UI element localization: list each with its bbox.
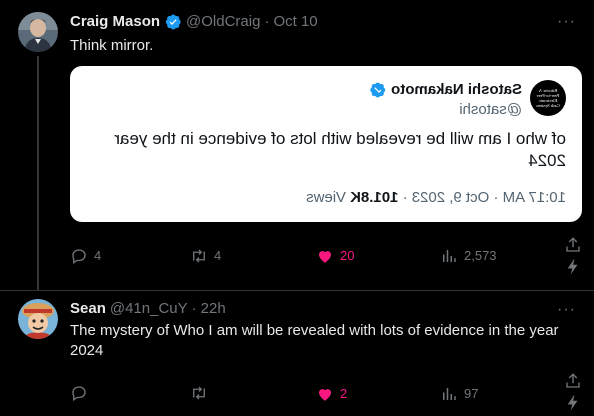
share-button[interactable] [564,372,582,390]
heart-icon [319,251,331,263]
timestamp[interactable]: 22h [201,299,226,319]
author-name[interactable]: Craig Mason [70,12,160,32]
avatar[interactable] [18,12,58,52]
heart-icon [319,389,331,401]
tweet-header: Craig Mason @OldCraig · Oct 10 [70,12,318,32]
more-options-icon[interactable]: ··· [557,302,576,318]
boost-button[interactable] [564,394,582,412]
repost-icon [193,386,205,400]
quoted-tweet[interactable]: Bitcoin: A Peer-to-Peer Electronic Cash … [70,66,582,222]
views-chart-icon [443,250,456,262]
author-handle[interactable]: @OldCraig [186,12,260,32]
boost-button[interactable] [564,258,582,276]
share-icon [566,373,580,388]
reply-button[interactable] [70,384,94,402]
views-button[interactable]: 2,573 [440,246,497,266]
tweet-craig[interactable]: Craig Mason @OldCraig · Oct 10 ··· Think… [0,0,594,290]
mirrored-content: Bitcoin: A Peer-to-Peer Electronic Cash … [70,66,582,222]
more-options-icon[interactable]: ··· [557,14,576,30]
tweet-text: The mystery of Who I am will be revealed… [70,322,559,359]
views-count: 97 [464,386,479,401]
share-button[interactable] [564,236,582,254]
tweet-actions: 4 4 20 2,573 [70,237,582,275]
lightning-icon [567,395,578,411]
author-name[interactable]: Sean [70,299,106,319]
views-count: 2,573 [464,248,497,263]
separator-dot: · [264,13,270,30]
tweet-text: Think mirror. [70,37,154,54]
like-count: 2 [340,386,348,401]
like-button[interactable]: 2 [316,384,347,404]
quoted-author-row: Satoshi Nakamoto [369,80,522,100]
author-handle[interactable]: @41n_CuY [110,299,188,319]
quoted-author-name[interactable]: Satoshi Nakamoto [391,80,522,100]
tweet-actions: 2 97 [70,373,582,411]
reply-count: 4 [94,248,102,263]
repost-count: 4 [214,248,222,263]
quoted-views-label: Views [306,189,351,206]
thread-line [37,56,39,290]
quoted-views-count: 101.8K [350,189,399,206]
like-count: 20 [340,248,355,263]
quoted-timestamp[interactable]: 10:17 AM · Oct 9, 2023 · [398,189,566,206]
views-button[interactable]: 97 [440,384,478,404]
quoted-tweet-text: of who I am will be revealed with lots o… [114,129,566,170]
avatar[interactable] [18,299,58,339]
repost-button[interactable]: 4 [190,246,221,266]
tweet-header: Sean @41n_CuY · 22h [70,299,226,319]
verified-badge-icon [165,14,181,30]
quoted-tweet-meta: 10:17 AM · Oct 9, 2023 · 101.8K Views [306,188,566,208]
repost-icon [193,249,205,263]
lightning-icon [567,259,578,275]
share-icon [566,237,580,252]
like-button[interactable]: 20 [316,246,354,266]
repost-button[interactable] [190,384,214,402]
reply-icon [72,249,86,265]
quoted-author-handle[interactable]: @satoshi [459,100,522,120]
tweet-sean[interactable]: Sean @41n_CuY · 22h ··· The mystery of W… [0,291,594,416]
views-chart-icon [443,388,456,400]
quoted-avatar[interactable]: Bitcoin: A Peer-to-Peer Electronic Cash … [530,80,566,116]
timestamp[interactable]: Oct 10 [273,12,317,32]
separator-dot: · [191,300,197,317]
reply-button[interactable]: 4 [70,246,101,266]
verified-badge-icon [370,82,386,98]
reply-icon [72,386,86,402]
